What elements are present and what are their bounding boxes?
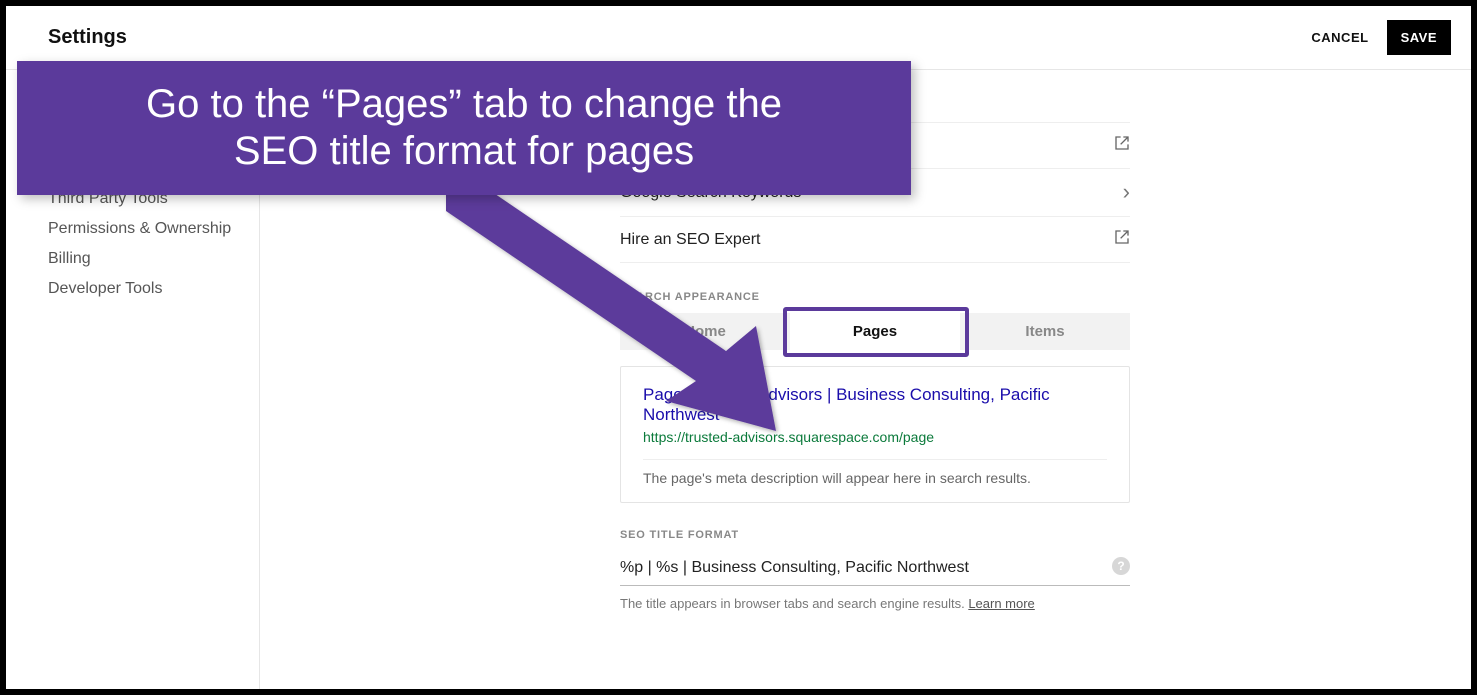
seo-title-help-text: The title appears in browser tabs and se… bbox=[620, 596, 1130, 611]
search-preview-card: Page | Trusted Advisors | Business Consu… bbox=[620, 366, 1130, 503]
cancel-button[interactable]: CANCEL bbox=[1311, 30, 1368, 45]
annotation-line1: Go to the “Pages” tab to change the bbox=[47, 81, 881, 128]
sidebar-item-permissions[interactable]: Permissions & Ownership bbox=[48, 214, 259, 244]
help-icon[interactable]: ? bbox=[1112, 557, 1130, 575]
learn-more-link[interactable]: Learn more bbox=[968, 596, 1034, 611]
search-appearance-heading: SEARCH APPEARANCE bbox=[620, 291, 1130, 303]
quick-link-label: Hire an SEO Expert bbox=[620, 231, 761, 249]
preview-meta-description: The page's meta description will appear … bbox=[643, 470, 1107, 486]
tab-pages[interactable]: Pages bbox=[790, 313, 960, 350]
app-window: Settings CANCEL SAVE Selling Brand Marke… bbox=[6, 6, 1471, 689]
tab-home[interactable]: Home bbox=[620, 313, 790, 350]
search-appearance-tabs: Home Pages Items bbox=[620, 313, 1130, 350]
sidebar-item-billing[interactable]: Billing bbox=[48, 244, 259, 274]
save-button[interactable]: SAVE bbox=[1387, 20, 1451, 55]
page-title: Settings bbox=[48, 26, 127, 49]
preview-title: Page | Trusted Advisors | Business Consu… bbox=[643, 385, 1107, 425]
quick-link-hire-seo-expert[interactable]: Hire an SEO Expert bbox=[620, 217, 1130, 263]
tab-items[interactable]: Items bbox=[960, 313, 1130, 350]
annotation-line2: SEO title format for pages bbox=[47, 128, 881, 175]
seo-title-format-section: SEO TITLE FORMAT %p | %s | Business Cons… bbox=[620, 529, 1130, 611]
chevron-right-icon bbox=[1123, 181, 1130, 204]
sidebar-item-developer-tools[interactable]: Developer Tools bbox=[48, 274, 259, 304]
external-link-icon bbox=[1114, 229, 1130, 250]
seo-title-input-wrap: %p | %s | Business Consulting, Pacific N… bbox=[620, 551, 1130, 586]
preview-url: https://trusted-advisors.squarespace.com… bbox=[643, 429, 1107, 445]
search-appearance-section: SEARCH APPEARANCE Home Pages Items Page … bbox=[620, 291, 1130, 503]
topbar-actions: CANCEL SAVE bbox=[1311, 20, 1451, 55]
divider bbox=[643, 459, 1107, 460]
seo-title-format-heading: SEO TITLE FORMAT bbox=[620, 529, 1130, 541]
annotation-callout: Go to the “Pages” tab to change the SEO … bbox=[17, 61, 911, 195]
seo-title-input[interactable]: %p | %s | Business Consulting, Pacific N… bbox=[620, 559, 1102, 577]
external-link-icon bbox=[1114, 135, 1130, 156]
help-text-span: The title appears in browser tabs and se… bbox=[620, 596, 968, 611]
